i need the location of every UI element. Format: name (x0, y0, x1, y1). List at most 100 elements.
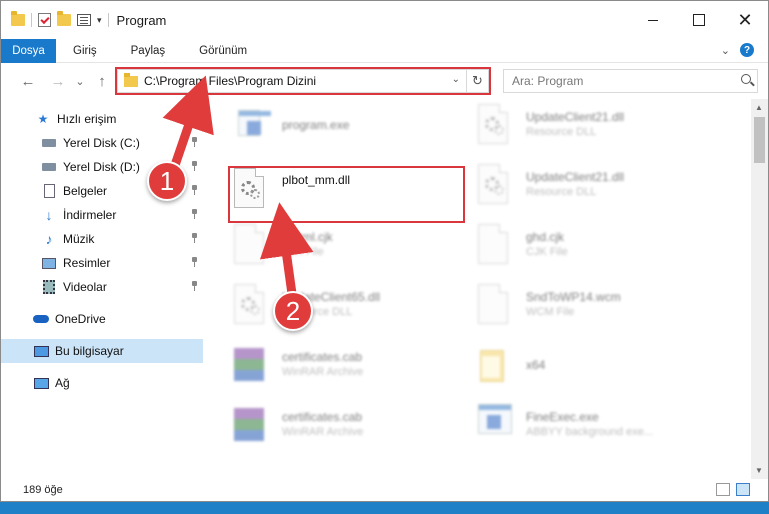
sidebar-item-downloads[interactable]: ↓ İndirmeler (1, 203, 203, 227)
ribbon-tabs: Dosya Giriş Paylaş Görünüm ⌄ ? (1, 38, 768, 63)
folder-item[interactable]: x64 (478, 339, 718, 391)
tab-share[interactable]: Paylaş (114, 39, 183, 63)
file-name: x64 (526, 357, 546, 372)
pin-icon[interactable] (191, 233, 197, 243)
exe-file-icon (234, 104, 271, 146)
explorer-window: ▾ Program ✕ Dosya Giriş Paylaş Görünüm ⌄… (0, 0, 769, 502)
drive-icon (41, 135, 57, 151)
file-name: certificates.cab (282, 350, 363, 364)
dll-file-icon (478, 104, 512, 146)
exe-file-icon (478, 404, 512, 446)
sidebar-item-videos[interactable]: Videolar (1, 275, 203, 299)
sidebar-item-label: Müzik (63, 232, 95, 246)
tiles-view-icon[interactable] (736, 483, 750, 496)
sidebar-item-label: Videolar (63, 280, 107, 294)
video-icon (41, 279, 57, 295)
file-item[interactable]: certificates.cab WinRAR Archive (234, 339, 474, 391)
tab-view[interactable]: Görünüm (182, 39, 264, 63)
navigation-pane: ★ Hızlı erişim Yerel Disk (C:) Yerel Dis… (1, 99, 206, 479)
status-bar: 189 öğe (1, 479, 768, 501)
file-description: WinRAR Archive (282, 426, 364, 438)
file-item[interactable]: program.exe (234, 99, 474, 151)
tab-home[interactable]: Giriş (56, 39, 114, 63)
file-description: CJK File (282, 246, 324, 258)
file-list: program.exe UpdateClient21.dll Resource D… (206, 99, 742, 479)
documents-icon (41, 183, 57, 199)
file-item[interactable]: ghd.cjk CJK File (478, 219, 718, 271)
file-name: ghd.cjk (526, 230, 565, 244)
pin-icon[interactable] (191, 209, 197, 219)
dll-file-icon (478, 164, 512, 206)
download-icon: ↓ (45, 207, 53, 223)
music-icon: ♪ (45, 231, 53, 247)
sidebar-item-quick-access[interactable]: ★ Hızlı erişim (1, 107, 203, 131)
sidebar-item-pictures[interactable]: Resimler (1, 251, 203, 275)
pin-icon[interactable] (191, 137, 197, 147)
properties-check-icon[interactable] (38, 13, 51, 27)
file-name: UpdateClient21.dll (526, 110, 625, 124)
vertical-scrollbar[interactable]: ▲ ▼ (751, 99, 768, 479)
scrollbar-thumb[interactable] (754, 117, 765, 163)
file-item[interactable]: UpdateClient21.dll Resource DLL (478, 99, 718, 151)
sidebar-item-label: OneDrive (55, 312, 106, 326)
pin-icon[interactable] (191, 281, 197, 291)
search-input[interactable]: Ara: Program (512, 74, 583, 88)
maximize-button[interactable] (676, 1, 722, 39)
help-icon[interactable]: ? (740, 43, 754, 57)
pictures-icon (41, 255, 57, 271)
toolbar-divider (107, 13, 109, 27)
back-arrow-icon[interactable]: ← (17, 70, 39, 92)
sidebar-item-label: Belgeler (63, 184, 108, 198)
up-arrow-icon[interactable]: ↑ (91, 70, 113, 92)
file-item[interactable]: SndToWP14.wcm WCM File (478, 279, 718, 331)
minimize-button[interactable] (630, 1, 676, 39)
file-item[interactable]: FineExec.exe ABBYY background exe... (478, 399, 718, 451)
item-count: 189 öğe (23, 484, 63, 496)
file-item[interactable]: UpdateClient21.dll Resource DLL (478, 159, 718, 211)
new-folder-icon[interactable] (57, 11, 71, 26)
close-button[interactable]: ✕ (722, 1, 768, 39)
customize-toolbar-chevron-icon[interactable]: ▾ (97, 15, 102, 26)
file-name: SndToWP14.wcm (526, 290, 621, 304)
forward-arrow-icon[interactable]: → (47, 70, 69, 92)
scroll-down-icon[interactable]: ▼ (755, 466, 763, 475)
ribbon-controls: ⌄ ? (721, 43, 754, 57)
sidebar-item-onedrive[interactable]: OneDrive (1, 307, 203, 331)
star-icon: ★ (37, 112, 49, 126)
file-item[interactable]: pfhtml.cjk CJK File (234, 219, 474, 271)
properties-icon[interactable] (77, 14, 91, 26)
view-toggle (716, 483, 750, 496)
sidebar-item-music[interactable]: ♪ Müzik (1, 227, 203, 251)
step-1-badge: 1 (147, 161, 187, 201)
file-icon (478, 284, 512, 326)
file-description: CJK File (526, 246, 568, 258)
address-bar-highlight (115, 67, 491, 95)
folder-icon[interactable] (11, 11, 25, 26)
pin-icon[interactable] (191, 161, 197, 171)
sidebar-item-label: Bu bilgisayar (55, 344, 124, 358)
scroll-up-icon[interactable]: ▲ (755, 103, 763, 112)
toolbar-divider (31, 13, 32, 27)
file-name: certificates.cab (282, 410, 363, 424)
pin-icon[interactable] (191, 257, 197, 267)
file-name: program.exe (282, 117, 350, 132)
tab-file[interactable]: Dosya (1, 38, 56, 63)
sidebar-item-network[interactable]: Ağ (1, 371, 203, 395)
file-description: Resource DLL (526, 126, 597, 138)
details-view-icon[interactable] (716, 483, 730, 496)
file-name: pfhtml.cjk (282, 230, 333, 244)
search-icon (741, 74, 751, 84)
pin-icon[interactable] (191, 185, 197, 195)
dll-file-icon (234, 284, 268, 326)
file-highlight (228, 166, 465, 223)
file-item[interactable]: UpdateClient65.dll Resource DLL (234, 279, 474, 331)
search-box[interactable]: Ara: Program (503, 69, 758, 93)
computer-icon (33, 343, 49, 359)
sidebar-item-this-pc[interactable]: Bu bilgisayar (1, 339, 203, 363)
recent-locations-chevron-icon[interactable]: ⌄ (69, 70, 91, 92)
file-icon (234, 224, 268, 266)
file-item[interactable]: certificates.cab WinRAR Archive (234, 399, 474, 451)
expand-ribbon-chevron-icon[interactable]: ⌄ (721, 44, 730, 57)
sidebar-item-local-disk-c[interactable]: Yerel Disk (C:) (1, 131, 203, 155)
cloud-icon (33, 311, 49, 327)
